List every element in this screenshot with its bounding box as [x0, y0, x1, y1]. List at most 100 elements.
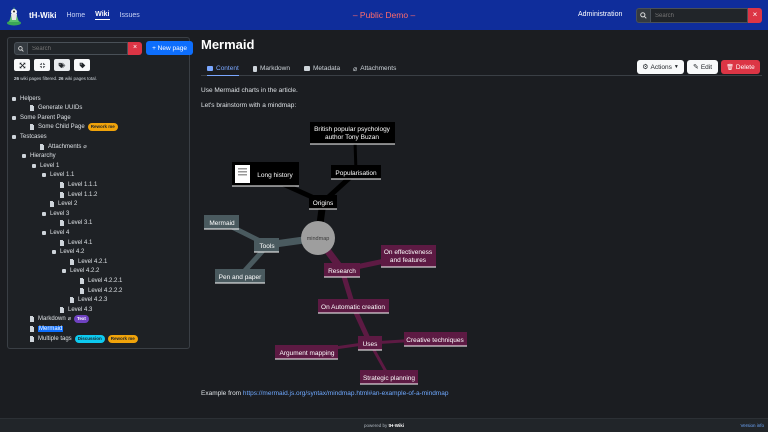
tree-item-hierarchy[interactable]: Hierarchy — [22, 152, 56, 161]
node-creative-techniques[interactable]: Creative techniques — [404, 332, 467, 347]
tree-item-level-1[interactable]: Level 1 — [32, 161, 59, 170]
powered-brand[interactable]: tH-Wiki — [389, 423, 404, 428]
folder-icon — [12, 96, 16, 101]
navbar-search-clear-button[interactable]: × — [748, 8, 762, 23]
attachment-icon: ⌀ — [67, 316, 71, 323]
node-on-automatic-creation[interactable]: On Automatic creation — [318, 299, 389, 314]
tree-item-helpers[interactable]: Helpers — [12, 94, 41, 103]
example-link[interactable]: https://mermaid.js.org/syntax/mindmap.ht… — [243, 390, 449, 397]
tree-item-label: Level 4 — [50, 229, 70, 236]
tree-item-some-child-page[interactable]: Some Child Page Rework me — [30, 123, 118, 132]
tab-attachments[interactable]: ⌀ Attachments — [353, 61, 396, 76]
tree-item-level-4-3[interactable]: Level 4.3 — [60, 305, 92, 314]
sidebar-search-clear-button[interactable]: × — [128, 42, 142, 55]
delete-button[interactable]: 🗑 Delete — [721, 60, 760, 74]
sidebar: × + New page 26 wiki pages filtered. 26 … — [7, 37, 193, 349]
node-argument-mapping[interactable]: Argument mapping — [275, 345, 338, 360]
tab-attachments-label: Attachments — [360, 65, 397, 72]
tag-filter-button[interactable] — [74, 59, 90, 71]
tree-item-testcases[interactable]: Testcases — [12, 132, 47, 141]
tree-item-mermaid[interactable]: Mermaid — [30, 324, 64, 333]
nav-administration-link[interactable]: Administration — [578, 11, 622, 18]
file-icon — [253, 65, 257, 72]
tree-item-some-parent-page[interactable]: Some Parent Page — [12, 113, 71, 122]
image-icon — [207, 65, 213, 71]
folder-icon — [42, 230, 46, 235]
nav-issues-link[interactable]: Issues — [120, 12, 140, 19]
tree-item-markdown[interactable]: Markdown ⌀ Text — [30, 315, 89, 324]
tab-markdown[interactable]: Markdown — [253, 61, 290, 76]
caret-down-icon: ▼ — [673, 64, 679, 70]
filtered-label: wiki pages filtered. — [19, 76, 59, 81]
node-argument-mapping-label: Argument mapping — [280, 350, 335, 357]
tree-item-multiple-tags[interactable]: Multiple tags Discussion Rework me — [30, 334, 138, 343]
text-badge[interactable]: Text — [74, 315, 89, 324]
node-pen-and-paper[interactable]: Pen and paper — [215, 269, 265, 284]
tree-item-level-1-1[interactable]: Level 1.1 — [42, 171, 74, 180]
new-page-button[interactable]: + New page — [146, 41, 193, 55]
tree-item-level-4-2-2-2[interactable]: Level 4.2.2.2 — [80, 286, 122, 295]
tree-item-level-4-2-1[interactable]: Level 4.2.1 — [70, 257, 107, 266]
brand[interactable]: tH-Wiki — [5, 4, 56, 26]
node-british-author-line-1: British popular psychology — [314, 126, 391, 133]
tree-item-level-1-1-2[interactable]: Level 1.1.2 — [60, 190, 97, 199]
node-pen-and-paper-label: Pen and paper — [219, 274, 262, 281]
tree-item-level-4-1[interactable]: Level 4.1 — [60, 238, 92, 247]
collapse-all-button[interactable] — [34, 59, 50, 71]
tree-item-level-4-2-2[interactable]: Level 4.2.2 — [62, 267, 99, 276]
tree-item-label: Markdown — [38, 316, 66, 323]
node-british-author[interactable]: British popular psychology author Tony B… — [310, 122, 395, 145]
tree-item-label: Level 3 — [50, 210, 70, 217]
footer: powered by tH-Wiki Version info — [0, 418, 768, 432]
tree-item-level-1-1-1[interactable]: Level 1.1.1 — [60, 180, 97, 189]
nav-wiki-link[interactable]: Wiki — [95, 11, 110, 20]
tree-item-level-3[interactable]: Level 3 — [42, 209, 69, 218]
node-on-effectiveness[interactable]: On effectiveness and features — [381, 245, 436, 268]
node-tools[interactable]: Tools — [254, 238, 279, 253]
rework-me-badge[interactable]: Rework me — [107, 334, 138, 343]
version-info-link[interactable]: Version info — [740, 423, 764, 428]
node-strategic-planning[interactable]: Strategic planning — [360, 370, 418, 385]
edit-label: Edit — [700, 63, 713, 71]
tree-item-attachments[interactable]: Attachments ⌀ — [40, 142, 87, 151]
nav-home-link[interactable]: Home — [66, 12, 85, 19]
example-prefix: Example from — [201, 390, 243, 397]
node-tools-label: Tools — [259, 243, 275, 250]
tree-item-level-4-2-3[interactable]: Level 4.2.3 — [70, 296, 107, 305]
expand-all-button[interactable] — [14, 59, 30, 71]
tags-filter-button[interactable] — [54, 59, 70, 71]
folder-icon — [42, 211, 46, 216]
tree-item-level-4-2[interactable]: Level 4.2 — [52, 248, 84, 257]
node-uses[interactable]: Uses — [358, 336, 382, 351]
sidebar-search-input[interactable] — [28, 42, 128, 55]
tree-item-level-2[interactable]: Level 2 — [50, 200, 77, 209]
tree-item-level-3-1[interactable]: Level 3.1 — [60, 219, 92, 228]
attachment-icon: ⌀ — [83, 143, 87, 150]
navbar-search-input[interactable] — [651, 8, 748, 23]
actions-dropdown-button[interactable]: ⚙ Actions ▼ — [637, 60, 684, 74]
node-long-history[interactable]: Long history — [232, 162, 299, 187]
tab-metadata[interactable]: Metadata — [304, 61, 340, 76]
page-title: Mermaid — [201, 37, 255, 52]
page-icon — [30, 105, 34, 112]
tab-markdown-label: Markdown — [260, 65, 290, 72]
node-on-automatic-creation-label: On Automatic creation — [321, 304, 385, 311]
node-origins[interactable]: Origins — [309, 195, 337, 210]
tab-content-label: Content — [216, 64, 239, 72]
powered-prefix: powered by — [364, 423, 389, 428]
tree-item-level-4-2-2-1[interactable]: Level 4.2.2.1 — [80, 276, 122, 285]
node-popularisation[interactable]: Popularisation — [331, 165, 381, 180]
node-research-label: Research — [328, 268, 356, 275]
node-on-effectiveness-line-2: and features — [390, 257, 427, 264]
tab-content[interactable]: Content — [207, 61, 239, 76]
node-british-author-line-2: author Tony Buzan — [325, 134, 379, 141]
edit-button[interactable]: ✎ Edit — [687, 60, 718, 74]
tree-item-generate-uuids[interactable]: Generate UUIDs — [30, 104, 82, 113]
node-mermaid[interactable]: Mermaid — [204, 215, 239, 230]
rework-me-badge[interactable]: Rework me — [87, 123, 118, 132]
node-research[interactable]: Research — [324, 263, 360, 278]
tag-icon — [304, 66, 310, 71]
discussion-badge[interactable]: Discussion — [74, 334, 105, 343]
tree-item-level-4[interactable]: Level 4 — [42, 228, 69, 237]
search-icon — [636, 8, 651, 23]
